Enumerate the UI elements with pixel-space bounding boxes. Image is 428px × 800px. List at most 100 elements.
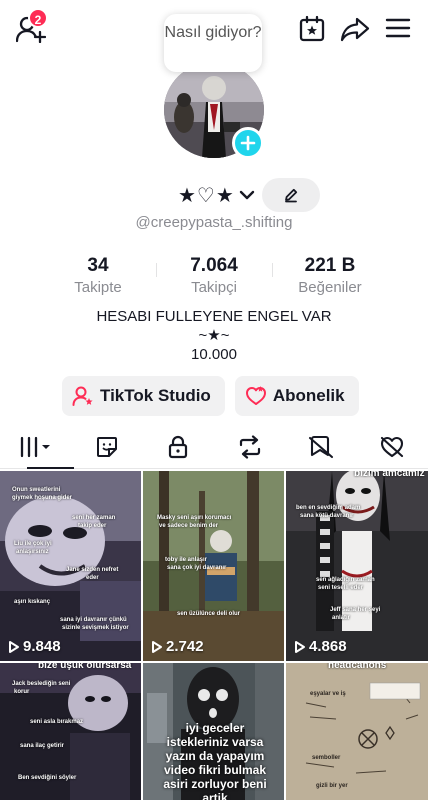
profile-stats: 34 Takipte 7.064 Takipçi 221 B Beğeniler xyxy=(40,254,388,300)
tiktok-studio-label: TikTok Studio xyxy=(100,386,211,405)
edit-profile-button[interactable] xyxy=(262,178,320,212)
video-thumbnail[interactable]: Onun sweatlerini giymek hoşuna gider sen… xyxy=(0,471,141,661)
pencil-icon xyxy=(285,188,298,203)
profile-tabs xyxy=(0,425,428,469)
play-icon xyxy=(9,640,19,653)
tab-private[interactable] xyxy=(143,425,214,468)
display-name-row[interactable]: ★♡★ xyxy=(178,178,255,212)
followers-count: 7.064 xyxy=(190,255,238,276)
video-caption: gizli bir yer xyxy=(316,783,348,789)
video-caption: sen üzülünce deli olur xyxy=(177,611,241,617)
menu-button[interactable] xyxy=(383,15,413,41)
status-bubble[interactable]: Nasıl gidiyor? xyxy=(164,14,262,72)
display-name: ★♡★ xyxy=(178,184,235,207)
video-caption: Jeff sana her şeyi xyxy=(330,607,381,613)
video-caption: seni her zaman xyxy=(72,515,116,521)
video-caption: korur xyxy=(14,689,30,695)
video-caption: eşyalar ve iş xyxy=(310,691,346,697)
status-bubble-text: Nasıl gidiyor? xyxy=(164,24,262,41)
sticker-icon xyxy=(96,436,117,457)
video-caption: semboller xyxy=(312,755,341,761)
video-caption: anlatır xyxy=(332,615,351,621)
bookmark-hidden-icon xyxy=(308,435,334,458)
video-caption: seni teselli eder xyxy=(318,585,364,591)
view-count: 9.848 xyxy=(8,638,61,655)
calendar-button[interactable] xyxy=(297,14,327,44)
share-button[interactable] xyxy=(339,14,371,44)
video-title: bizim amcamız xyxy=(354,471,425,479)
add-friend-button[interactable]: 2 xyxy=(14,8,48,44)
view-count-value: 9.848 xyxy=(23,638,61,655)
tab-videos[interactable] xyxy=(0,425,75,469)
bio: HESABI FULLEYENE ENGEL VAR ~★~ 10.000 xyxy=(0,307,428,364)
bio-line: 10.000 xyxy=(191,346,237,363)
share-arrow-icon xyxy=(340,17,370,42)
video-caption: eder xyxy=(86,575,99,581)
bio-line: HESABI FULLEYENE ENGEL VAR xyxy=(96,308,332,325)
video-caption: Ben sevdiğini söyler xyxy=(18,775,77,781)
tiktok-studio-button[interactable]: TikTok Studio xyxy=(62,376,225,416)
video-caption: aşırı kıskanç xyxy=(14,599,51,605)
video-caption: sizinle sevişmek istiyor xyxy=(62,625,129,631)
tab-reposts[interactable] xyxy=(214,425,285,468)
video-caption: anlaşırsınız xyxy=(16,549,49,555)
subscription-label: Abonelik xyxy=(272,386,345,405)
thumbnail-image xyxy=(286,663,428,800)
thumbnail-image xyxy=(286,471,428,661)
chevron-down-icon xyxy=(239,190,254,200)
video-caption: sana çok iyi davranır xyxy=(167,565,227,571)
profile-actions: TikTok Studio Abonelik xyxy=(62,376,359,416)
plus-icon xyxy=(240,135,256,151)
video-caption: ve sadece benim der xyxy=(159,523,219,529)
videos-grid-icon xyxy=(20,436,50,457)
video-caption: sana iyi davranır çünkü xyxy=(60,617,127,623)
video-caption: iyi geceler istekleriniz varsa yazın da … xyxy=(163,721,267,800)
video-thumbnail[interactable]: iyi geceler istekleriniz varsa yazın da … xyxy=(143,663,284,800)
view-count: 2.742 xyxy=(151,638,204,655)
lock-icon xyxy=(169,435,188,458)
notification-badge: 2 xyxy=(28,8,48,28)
video-caption: takip eder xyxy=(78,523,107,529)
following-count: 34 xyxy=(87,255,109,276)
view-count-value: 2.742 xyxy=(166,638,204,655)
video-thumbnail[interactable]: bize üşük olursarsa Jack beslediğin seni… xyxy=(0,663,141,800)
view-count-value: 4.868 xyxy=(309,638,347,655)
likes-count: 221 B xyxy=(304,255,356,276)
video-caption: toby ile anlaşır xyxy=(165,557,208,563)
video-thumbnail[interactable]: headcanons eşyalar ve iş semboller gizli… xyxy=(286,663,428,800)
bio-line: ~★~ xyxy=(198,327,230,344)
video-caption: Masky seni aşırı korumacı xyxy=(157,515,232,521)
video-caption: seni asla bırakmaz xyxy=(30,719,84,725)
video-caption: Jack beslediğin seni xyxy=(12,681,71,687)
repost-icon xyxy=(239,434,260,459)
likes-stat[interactable]: 221 B Beğeniler xyxy=(272,254,388,300)
calendar-star-icon xyxy=(299,15,325,42)
video-caption: Onun sweatlerini xyxy=(12,487,61,493)
play-icon xyxy=(295,640,305,653)
followers-stat[interactable]: 7.064 Takipçi xyxy=(156,254,272,300)
video-caption: Jane sizden nefret xyxy=(66,567,119,573)
add-story-button[interactable] xyxy=(232,127,264,159)
play-icon xyxy=(152,640,162,653)
tab-favorites[interactable] xyxy=(285,425,356,468)
video-thumbnail[interactable]: bizim amcamız ben en sevdiğim adam sana … xyxy=(286,471,428,661)
tab-liked[interactable] xyxy=(357,425,428,468)
hamburger-menu-icon xyxy=(385,18,411,38)
likes-label: Beğeniler xyxy=(298,279,362,296)
tab-stickers[interactable] xyxy=(71,425,142,468)
video-title: bize üşük olursarsa xyxy=(38,663,132,671)
video-caption: ben en sevdiğim adam xyxy=(296,505,361,511)
subscription-button[interactable]: Abonelik xyxy=(234,376,359,416)
heart-hidden-icon xyxy=(381,436,404,457)
studio-user-icon xyxy=(72,386,93,406)
video-caption: sen ağladığın zaman xyxy=(316,577,375,583)
following-label: Takipte xyxy=(74,279,122,296)
video-title: headcanons xyxy=(328,663,387,671)
video-caption: giymek hoşuna gider xyxy=(12,495,73,501)
view-count: 4.868 xyxy=(294,638,347,655)
following-stat[interactable]: 34 Takipte xyxy=(40,254,156,300)
video-thumbnail[interactable]: Masky seni aşırı korumacı ve sadece beni… xyxy=(143,471,284,661)
video-caption: sana kötü davranır xyxy=(300,513,354,519)
video-grid: Onun sweatlerini giymek hoşuna gider sen… xyxy=(0,471,428,800)
video-caption: Liu ile çok iyi xyxy=(14,541,52,547)
